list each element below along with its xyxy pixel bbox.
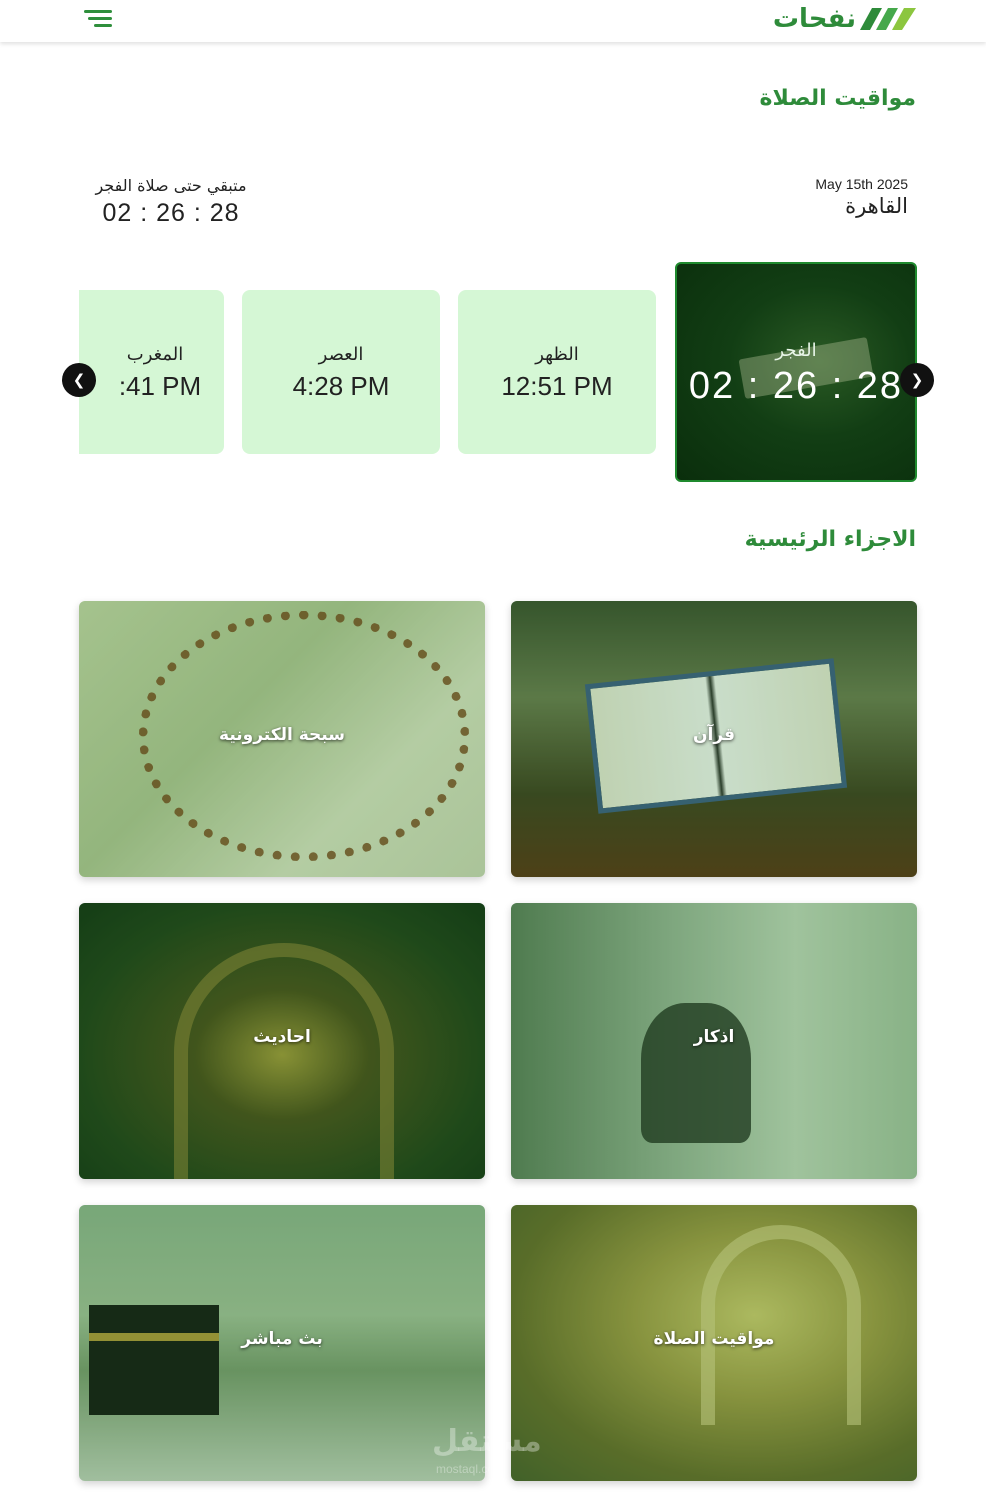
top-bar: نفحات (0, 0, 986, 42)
main-sections-title: الاجزاء الرئيسية (744, 527, 916, 552)
countdown-label: متبقي حتى صلاة الفجر (95, 176, 247, 195)
prayer-card-fajr[interactable]: الفجر 02 : 26 : 28 (675, 262, 917, 482)
prayer-time: :41 PM (118, 371, 202, 401)
tile-label: اذكار (693, 1027, 735, 1047)
tile-azkar[interactable]: اذكار (511, 903, 917, 1179)
tile-label: قرآن (692, 725, 736, 745)
tile-label: سبحة الكترونية (219, 725, 345, 745)
watermark-logo: مستقل (432, 1424, 542, 1459)
prayer-name: الفجر (775, 340, 817, 361)
watermark-url: mostaql.com (436, 1462, 505, 1476)
prayer-name: المغرب (126, 344, 184, 365)
prayer-card-maghrib[interactable]: المغرب :41 PM (79, 290, 224, 454)
hamburger-menu-icon[interactable] (82, 8, 116, 30)
date-location: May 15th 2025 القاهرة (815, 176, 908, 218)
prayer-name: العصر (318, 344, 364, 365)
prayer-carousel: الفجر 02 : 26 : 28 الظهر 12:51 PM العصر … (79, 262, 917, 482)
prayer-card-dhuhr[interactable]: الظهر 12:51 PM (458, 290, 656, 454)
tile-prayer-times[interactable]: مواقيت الصلاة (511, 1205, 917, 1481)
tile-label: بث مباشر (241, 1329, 323, 1349)
app-logo[interactable]: نفحات (773, 4, 916, 34)
prayer-card-asr[interactable]: العصر 4:28 PM (242, 290, 440, 454)
tile-label: مواقيت الصلاة (653, 1329, 775, 1349)
prayer-time: 4:28 PM (292, 371, 390, 401)
chevron-left-icon[interactable]: ❮ (62, 363, 96, 397)
tile-live-stream[interactable]: بث مباشر (79, 1205, 485, 1481)
prayer-name: الظهر (535, 344, 579, 365)
tile-quran[interactable]: قرآن (511, 601, 917, 877)
logo-text: نفحات (772, 4, 856, 34)
prayer-time: 02 : 26 : 28 (688, 365, 904, 407)
countdown: متبقي حتى صلاة الفجر 02 : 26 : 28 (86, 176, 256, 228)
countdown-time: 02 : 26 : 28 (102, 199, 240, 227)
logo-stripes-icon (860, 8, 916, 30)
tile-label: احاديث (253, 1027, 311, 1047)
prayer-time: 12:51 PM (501, 371, 613, 401)
tile-hadith[interactable]: احاديث (79, 903, 485, 1179)
current-date: May 15th 2025 (815, 176, 908, 192)
tile-tasbih[interactable]: سبحة الكترونية (79, 601, 485, 877)
prayer-times-title: مواقيت الصلاة (759, 86, 916, 111)
city-name: القاهرة (845, 194, 908, 218)
